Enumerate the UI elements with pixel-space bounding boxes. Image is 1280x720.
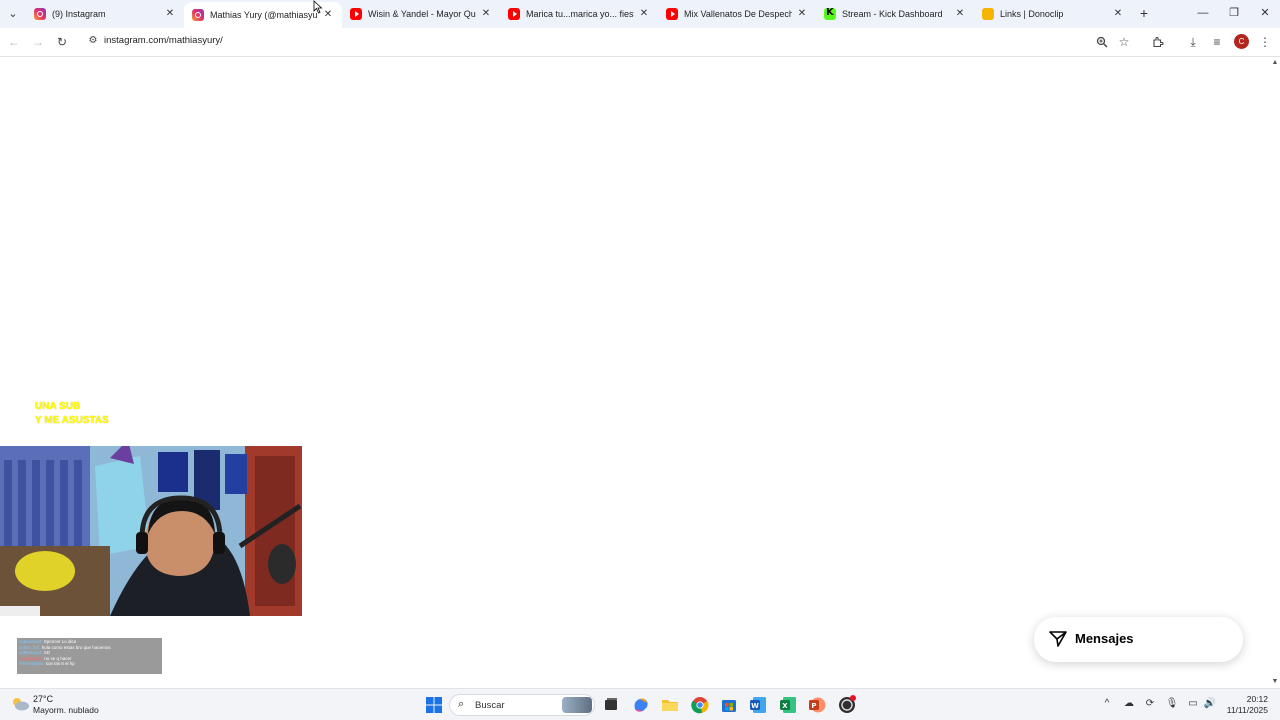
word-icon[interactable]: W	[748, 695, 768, 715]
youtube-icon	[666, 8, 678, 20]
tab-strip: ⌄ (9) Instagram ✕ Mathias Yury (@mathias…	[0, 0, 1280, 28]
tab-wisin-yandel[interactable]: Wisin & Yandel - Mayor Que Yo ✕	[342, 3, 500, 25]
back-arrow-icon[interactable]: ←	[6, 34, 22, 50]
chrome-icon[interactable]	[690, 695, 710, 715]
webcam-image	[0, 446, 302, 616]
youtube-icon	[508, 8, 520, 20]
microsoft-store-icon[interactable]	[719, 695, 739, 715]
taskbar-search[interactable]: ⌕ Buscar	[449, 694, 595, 716]
network-icon[interactable]: ▭	[1186, 697, 1200, 711]
cloudy-weather-icon[interactable]	[10, 696, 30, 712]
chevron-up-icon[interactable]: ^	[1100, 697, 1114, 711]
close-icon[interactable]: ✕	[954, 8, 966, 20]
close-icon[interactable]: ✕	[1112, 8, 1124, 20]
windows-taskbar: 27°C Mayorm. nublado ⌕ Buscar W X P ^ ☁ …	[0, 688, 1280, 720]
bookmark-star-icon[interactable]: ☆	[1116, 34, 1132, 50]
close-icon[interactable]: ✕	[638, 8, 650, 20]
powerpoint-icon[interactable]: P	[807, 695, 827, 715]
stream-overlay-line1: UNA SUB	[35, 401, 81, 412]
tab-title: Links | Donoclip	[1000, 9, 1064, 19]
search-icon: ⌕	[458, 698, 465, 710]
messages-label: Mensajes	[1075, 631, 1134, 646]
reload-icon[interactable]: ↻	[54, 34, 70, 50]
scroll-up-icon[interactable]: ▲	[1271, 59, 1279, 67]
file-explorer-icon[interactable]	[660, 695, 680, 715]
search-placeholder: Buscar	[475, 700, 505, 711]
excel-icon[interactable]: X	[778, 695, 798, 715]
tab-instagram[interactable]: (9) Instagram ✕	[26, 3, 184, 25]
stream-chat-overlay: mikutowix3: Spencer Lo dice cellos_fan: …	[17, 638, 162, 674]
onedrive-icon[interactable]: ☁	[1122, 697, 1136, 711]
tab-donoclip[interactable]: Links | Donoclip ✕	[974, 3, 1132, 25]
tab-title: Mix Vallenatos De Despecho, Va	[684, 9, 792, 19]
tab-title: Mathias Yury (@mathiasyury) •	[210, 10, 318, 20]
tab-mix-vallenatos[interactable]: Mix Vallenatos De Despecho, Va ✕	[658, 3, 816, 25]
tab-title: Marica tu...marica yo... fiesta pla	[526, 9, 634, 19]
close-icon[interactable]: ✕	[322, 9, 334, 21]
new-tab-button[interactable]: +	[1136, 5, 1152, 21]
weather-description[interactable]: Mayorm. nublado	[33, 705, 99, 715]
sync-icon[interactable]: ⟳	[1143, 697, 1157, 711]
donoclip-icon	[982, 8, 994, 20]
volume-icon[interactable]: 🔊	[1203, 697, 1217, 711]
close-icon[interactable]: ✕	[796, 8, 808, 20]
svg-text:P: P	[811, 702, 816, 710]
task-view-icon[interactable]	[601, 695, 621, 715]
tab-title: (9) Instagram	[52, 9, 106, 19]
tab-title: Stream - Kick Dashboard	[842, 9, 943, 19]
tab-title: Wisin & Yandel - Mayor Que Yo	[368, 9, 476, 19]
search-highlight-image	[562, 697, 592, 713]
svg-text:W: W	[751, 702, 759, 710]
tab-marica-tu[interactable]: Marica tu...marica yo... fiesta pla ✕	[500, 3, 658, 25]
site-settings-icon[interactable]: ⚙	[86, 34, 100, 48]
media-control-icon[interactable]: ≡	[1209, 34, 1225, 50]
forward-arrow-icon[interactable]: →	[30, 34, 46, 50]
youtube-icon	[350, 8, 362, 20]
webcam-overlay	[0, 446, 302, 616]
menu-kebab-icon[interactable]: ⋮	[1257, 34, 1273, 50]
weather-temperature[interactable]: 27°C	[33, 694, 53, 704]
instagram-icon	[34, 8, 46, 20]
svg-text:X: X	[782, 702, 788, 710]
instagram-icon	[192, 9, 204, 21]
browser-toolbar: ← → ↻ ⚙ instagram.com/mathiasyury/ ☆ ⤓ ≡…	[0, 28, 1280, 57]
stream-overlay-line2: Y ME ASUSTAS	[35, 415, 109, 426]
obs-studio-icon[interactable]	[837, 695, 857, 715]
minimize-button[interactable]: —	[1193, 5, 1213, 21]
close-window-button[interactable]: ✕	[1255, 5, 1275, 21]
download-icon[interactable]: ⤓	[1185, 34, 1201, 50]
microphone-icon[interactable]: 🎙	[1165, 697, 1179, 711]
tab-search-button[interactable]: ⌄	[4, 4, 22, 22]
mouse-cursor-icon	[313, 0, 323, 14]
clock-time[interactable]: 20:12	[1232, 694, 1268, 704]
profile-avatar[interactable]: C	[1234, 34, 1249, 49]
chat-line: Friendsisdie: son las 8 el hp	[19, 661, 75, 667]
address-bar[interactable]: ⚙ instagram.com/mathiasyury/	[80, 31, 1140, 53]
url-text[interactable]: instagram.com/mathiasyury/	[104, 35, 223, 46]
extensions-icon[interactable]	[1150, 34, 1166, 50]
restore-button[interactable]: ❐	[1224, 5, 1244, 21]
scrollbar[interactable]: ▲ ▼	[1270, 57, 1280, 688]
copilot-icon[interactable]	[631, 695, 651, 715]
clock-date[interactable]: 11/11/2025	[1220, 705, 1268, 715]
messages-button[interactable]: Mensajes	[1034, 617, 1243, 662]
scroll-down-icon[interactable]: ▼	[1271, 678, 1279, 686]
close-icon[interactable]: ✕	[164, 8, 176, 20]
zoom-icon[interactable]	[1094, 34, 1110, 50]
send-icon	[1049, 631, 1067, 647]
windows-start-icon[interactable]	[424, 695, 444, 715]
tab-kick-dashboard[interactable]: Stream - Kick Dashboard ✕	[816, 3, 974, 25]
kick-icon	[824, 7, 836, 20]
close-icon[interactable]: ✕	[480, 8, 492, 20]
